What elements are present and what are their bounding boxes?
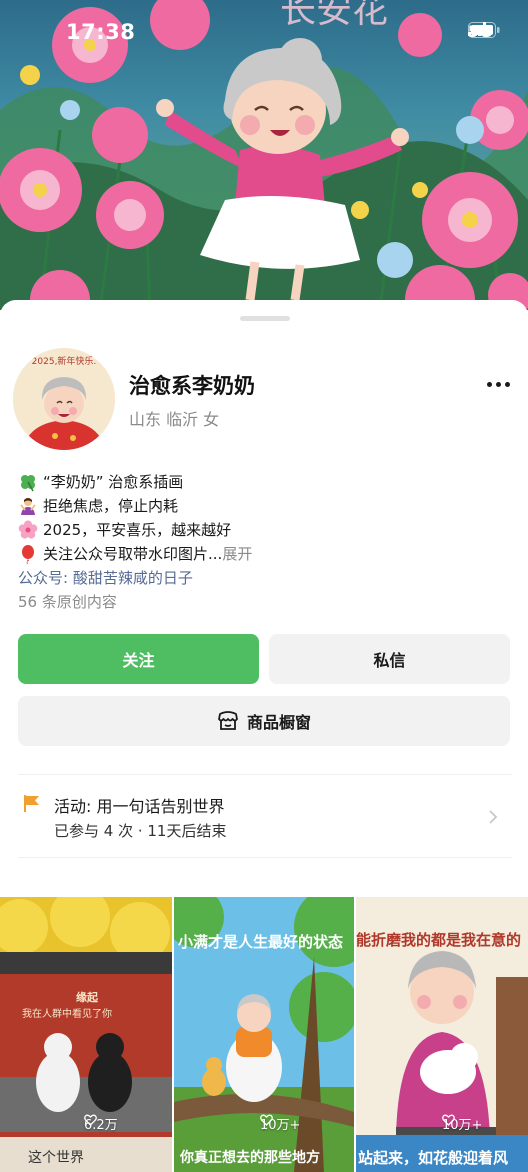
activity-card[interactable]: 活动: 用一句话告别世界 已参与 4 次 · 11天后结束 bbox=[18, 774, 512, 858]
heart-icon bbox=[84, 1114, 97, 1126]
follow-label: 关注 bbox=[122, 651, 155, 670]
bio-line: 拒绝焦虑，停止内耗 bbox=[18, 494, 512, 518]
avatar-illustration: 2025,新年快乐. bbox=[13, 348, 115, 450]
status-indicators: 5G bbox=[467, 22, 500, 41]
profile-sheet: 2025,新年快乐. 治愈系李奶奶 山东 临沂 女 “李奶奶” 治愈系插画 拒绝… bbox=[0, 300, 528, 896]
official-account-link[interactable]: 公众号: 酸甜苦辣咸的日子 bbox=[18, 566, 512, 590]
post-poem: 我在人群中看见了你 bbox=[22, 1009, 112, 1020]
post-tile[interactable]: 小满才是人生最好的状态 10万+ 你真正想去的那些地方 bbox=[174, 897, 354, 1172]
post-caption: 能折磨我的都是我在意的 bbox=[356, 931, 522, 949]
flag-icon bbox=[24, 795, 39, 812]
more-dot-icon bbox=[486, 381, 492, 387]
message-button[interactable]: 私信 bbox=[269, 634, 510, 684]
bio-text: 拒绝焦虑，停止内耗 bbox=[43, 497, 179, 515]
post-bottom-text: 站起来，如花般迎着风 bbox=[358, 1149, 509, 1167]
shop-window-button[interactable]: 商品橱窗 bbox=[18, 696, 510, 746]
more-options-button[interactable] bbox=[482, 372, 514, 396]
person-gesture-icon bbox=[20, 498, 36, 515]
bio-text: 2025，平安喜乐，越来越好 bbox=[43, 521, 232, 539]
post-likes: 6.2万 bbox=[84, 1114, 118, 1133]
profile-location: 山东 临沂 女 bbox=[129, 410, 220, 429]
post-likes: 10万+ bbox=[260, 1114, 300, 1133]
bio-text: “李奶奶” 治愈系插画 bbox=[43, 473, 184, 491]
profile-name: 治愈系李奶奶 bbox=[129, 374, 255, 398]
profile-bio: “李奶奶” 治愈系插画 拒绝焦虑，停止内耗 2025，平安喜乐，越来越好 关注公… bbox=[18, 470, 512, 614]
more-dot-icon bbox=[504, 381, 510, 387]
post-likes: 10万+ bbox=[442, 1114, 482, 1133]
post-caption: 缘起 bbox=[76, 991, 98, 1004]
battery-icon bbox=[467, 22, 500, 38]
activity-subtitle: 已参与 4 次 · 11天后结束 bbox=[54, 822, 227, 840]
shop-window-label: 商品橱窗 bbox=[246, 713, 311, 732]
follow-button[interactable]: 关注 bbox=[18, 634, 259, 684]
cover-image: 长安花 17:38 5G bbox=[0, 0, 528, 310]
original-count: 56 条原创内容 bbox=[18, 593, 117, 611]
expand-link[interactable]: 展开 bbox=[222, 542, 252, 566]
avatar-caption: 2025,新年快乐. bbox=[32, 355, 97, 367]
heart-icon bbox=[442, 1114, 455, 1126]
cherry-blossom-icon bbox=[18, 520, 38, 539]
more-dot-icon bbox=[495, 381, 501, 387]
post-tile[interactable]: 能折磨我的都是我在意的 10万+ 站起来，如花般迎着风 bbox=[356, 897, 528, 1172]
balloon-icon bbox=[22, 545, 34, 564]
bio-text: 关注公众号取带水印图片... bbox=[43, 545, 223, 563]
shop-window-icon bbox=[218, 711, 238, 730]
avatar[interactable]: 2025,新年快乐. bbox=[13, 348, 115, 450]
bio-line: 关注公众号取带水印图片... 展开 bbox=[18, 542, 512, 566]
drag-handle[interactable] bbox=[240, 316, 290, 321]
post-bottom-text: 你真正想去的那些地方 bbox=[180, 1150, 320, 1166]
post-caption: 小满才是人生最好的状态 bbox=[178, 933, 344, 951]
status-time: 17:38 bbox=[66, 20, 136, 44]
bio-line: 2025，平安喜乐，越来越好 bbox=[18, 518, 512, 542]
post-grid: 缘起 我在人群中看见了你 6.2万 这个世界 小满才是人生最好的状态 10万+ … bbox=[0, 897, 528, 1172]
post-bottom-text: 这个世界 bbox=[28, 1150, 84, 1166]
status-bar: 17:38 5G bbox=[0, 0, 528, 64]
bio-line: “李奶奶” 治愈系插画 bbox=[18, 470, 512, 494]
activity-title: 活动: 用一句话告别世界 bbox=[54, 797, 225, 816]
post-tile[interactable]: 缘起 我在人群中看见了你 6.2万 这个世界 bbox=[0, 897, 172, 1172]
clover-icon bbox=[21, 475, 35, 492]
message-label: 私信 bbox=[373, 651, 406, 670]
chevron-right-icon bbox=[489, 810, 498, 824]
heart-icon bbox=[260, 1114, 273, 1126]
